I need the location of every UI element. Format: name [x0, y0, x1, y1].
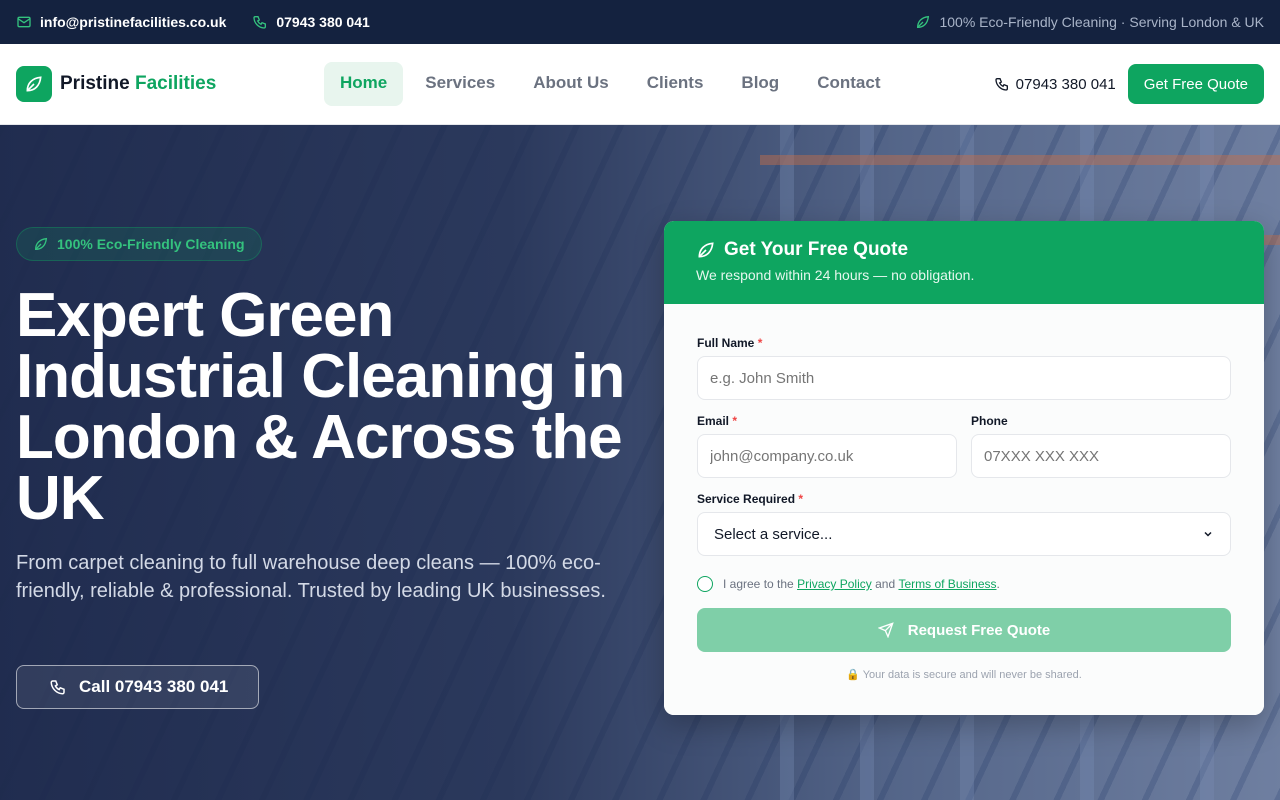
email-column: Email *: [697, 414, 957, 478]
call-button-label: Call 07943 380 041: [79, 677, 229, 696]
hero-title: Expert Green Industrial Cleaning in Lond…: [16, 281, 625, 533]
service-label-text: Service Required: [697, 492, 796, 506]
service-select[interactable]: Select a service...: [697, 512, 1231, 556]
secure-note: 🔒 Your data is secure and will never be …: [846, 669, 1082, 681]
privacy-policy-link[interactable]: Privacy Policy: [797, 577, 872, 591]
logo-word-1: Pristine: [60, 73, 130, 94]
site-header: Pristine Facilities Home Services About …: [0, 44, 1280, 125]
quote-form: Full Name * Email * Phone Service: [664, 304, 1264, 715]
quote-form-title-wrap: Get Your Free Quote: [696, 239, 1232, 261]
quote-form-header: Get Your Free Quote We respond within 24…: [664, 221, 1264, 304]
send-icon: [877, 622, 894, 638]
email-label: Email *: [697, 414, 957, 428]
header-actions: 07943 380 041 Get Free Quote: [994, 64, 1264, 104]
nav-blog[interactable]: Blog: [725, 62, 795, 106]
eco-badge-label: 100% Eco-Friendly Cleaning: [57, 236, 245, 252]
call-button[interactable]: Call 07943 380 041: [16, 665, 259, 709]
email-input[interactable]: [697, 434, 957, 478]
eco-badge: 100% Eco-Friendly Cleaning: [16, 227, 262, 261]
logo-word-2: Facilities: [134, 73, 217, 94]
nav-home[interactable]: Home: [324, 62, 404, 106]
background-shelf-beam: [760, 155, 1280, 165]
request-quote-label: Request Free Quote: [907, 621, 1051, 639]
get-free-quote-button[interactable]: Get Free Quote: [1127, 64, 1264, 104]
quote-form-title: Get Your Free Quote: [724, 239, 909, 260]
main-nav: Home Services About Us Clients Blog Cont…: [324, 62, 902, 106]
agreement-row: I agree to the Privacy Policy and Terms …: [697, 576, 1231, 592]
hero-section: 100% Eco-Friendly Cleaning Expert Green …: [0, 125, 1280, 800]
phone-icon: [253, 16, 267, 29]
nav-services[interactable]: Services: [409, 62, 511, 106]
phone-column: Phone: [971, 414, 1231, 478]
nav-clients[interactable]: Clients: [631, 62, 720, 106]
topbar-tagline: 100% Eco-Friendly Cleaning · Serving Lon…: [939, 14, 1264, 30]
agree-checkbox[interactable]: [697, 576, 713, 592]
nav-contact[interactable]: Contact: [801, 62, 896, 106]
terms-link[interactable]: Terms of Business: [898, 577, 996, 591]
service-label: Service Required *: [697, 492, 1231, 506]
topbar-phone: 07943 380 041: [276, 14, 370, 30]
nav-about-us[interactable]: About Us: [517, 62, 625, 106]
phone-input[interactable]: [971, 434, 1231, 478]
chevron-down-icon: [1204, 531, 1212, 537]
logo[interactable]: Pristine Facilities: [16, 66, 216, 102]
required-mark: *: [757, 336, 763, 350]
top-bar: info@pristinefacilities.co.uk 07943 380 …: [0, 0, 1280, 44]
full-name-label-text: Full Name: [697, 336, 755, 350]
required-mark: *: [732, 414, 738, 428]
hero-subtitle: From carpet cleaning to full warehouse d…: [16, 552, 606, 602]
leaf-icon: [917, 15, 930, 29]
header-phone: 07943 380 041: [1015, 75, 1116, 93]
mail-icon: [17, 16, 31, 28]
leaf-icon: [26, 76, 42, 92]
agree-suffix: .: [996, 577, 1000, 591]
service-select-value: Select a service...: [714, 525, 833, 543]
leaf-icon: [34, 237, 48, 251]
logo-text: Pristine Facilities: [60, 73, 216, 95]
email-label-text: Email: [697, 414, 730, 428]
topbar-tagline-wrap: 100% Eco-Friendly Cleaning · Serving Lon…: [915, 14, 1264, 30]
leaf-icon: [698, 242, 714, 258]
phone-icon: [50, 680, 65, 695]
topbar-email: info@pristinefacilities.co.uk: [40, 14, 227, 30]
contact-row: Email * Phone: [697, 414, 1231, 478]
topbar-email-link[interactable]: info@pristinefacilities.co.uk: [16, 14, 226, 30]
quote-form-card: Get Your Free Quote We respond within 24…: [664, 221, 1264, 715]
agree-and: and: [875, 577, 896, 591]
full-name-label: Full Name *: [697, 336, 1231, 350]
topbar-phone-link[interactable]: 07943 380 041: [252, 14, 370, 30]
header-phone-link[interactable]: 07943 380 041: [994, 76, 1116, 93]
required-mark: *: [798, 492, 804, 506]
full-name-input[interactable]: [697, 356, 1231, 400]
agree-prefix: I agree to the: [723, 577, 794, 591]
logo-mark: [16, 66, 52, 102]
phone-label: Phone: [971, 414, 1008, 428]
request-quote-button[interactable]: Request Free Quote: [697, 608, 1231, 652]
phone-icon: [995, 78, 1008, 91]
quote-form-subtitle: We respond within 24 hours — no obligati…: [696, 267, 975, 283]
